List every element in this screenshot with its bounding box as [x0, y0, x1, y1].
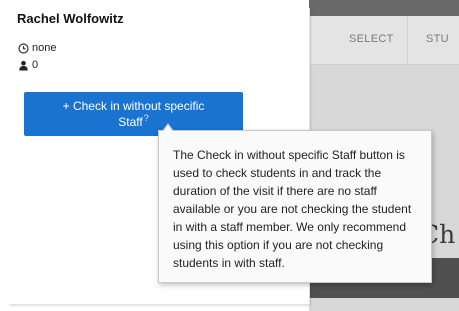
help-tooltip: The Check in without specific Staff butt…: [158, 123, 432, 283]
help-icon[interactable]: ?: [144, 113, 149, 123]
visit-count-value: 0: [32, 59, 39, 71]
check-in-button-label: + Check in without specific Staff: [62, 99, 205, 129]
visit-time-value: none: [32, 42, 57, 54]
tab-row: SELECT STU: [309, 16, 459, 65]
top-bar: [309, 0, 459, 16]
student-name: Rachel Wolfowitz: [17, 11, 124, 26]
visit-count-row: 0: [18, 59, 38, 71]
tooltip-arrow-inner: [163, 125, 173, 132]
visit-time-row: none: [18, 42, 56, 54]
tab-divider: [407, 16, 408, 64]
tab-students[interactable]: STU: [426, 33, 449, 45]
clock-icon: [18, 42, 29, 54]
tab-select[interactable]: SELECT: [349, 33, 394, 45]
person-icon: [18, 60, 29, 71]
tooltip-text: The Check in without specific Staff butt…: [173, 148, 412, 270]
